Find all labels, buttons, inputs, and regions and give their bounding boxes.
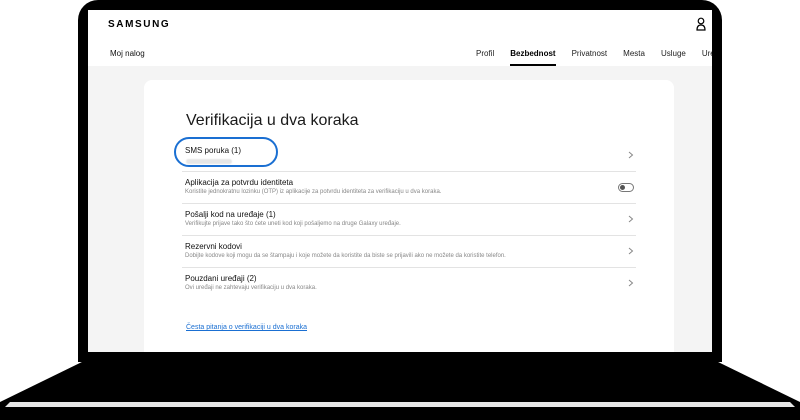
laptop-base [0, 360, 800, 420]
user-icon[interactable] [696, 17, 706, 31]
option-description: Koristite jednokratnu lozinku (OTP) iz a… [185, 189, 442, 195]
tab-uredjaj[interactable]: Uređaj [694, 40, 712, 66]
tab-list: Profil Bezbednost Privatnost Mesta Uslug… [468, 40, 712, 66]
samsung-logo[interactable]: SAMSUNG [108, 19, 170, 30]
laptop-screen: SAMSUNG Moj nalog Profil Bezbednost Priv… [88, 10, 712, 352]
chevron-right-icon [628, 247, 634, 255]
option-authenticator-app[interactable]: Aplikacija za potvrdu identiteta Koristi… [182, 172, 636, 204]
tab-bezbednost[interactable]: Bezbednost [502, 40, 563, 66]
faq-link[interactable]: Česta pitanja o verifikaciji u dva korak… [186, 324, 307, 331]
tab-privatnost[interactable]: Privatnost [564, 40, 616, 66]
page-title: Verifikacija u dva koraka [186, 112, 359, 129]
chevron-right-icon [628, 279, 634, 287]
tab-profil[interactable]: Profil [468, 40, 502, 66]
tab-usluge[interactable]: Usluge [653, 40, 694, 66]
toggle-knob [620, 185, 625, 190]
option-backup-codes[interactable]: Rezervni kodovi Dobijte kodove koji mogu… [182, 236, 636, 268]
verification-options: SMS poruka (1) Aplikacija za potvrdu ide… [174, 137, 636, 300]
account-title[interactable]: Moj nalog [110, 49, 145, 58]
option-sms[interactable]: SMS poruka (1) [174, 137, 636, 172]
tab-mesta[interactable]: Mesta [615, 40, 653, 66]
option-title: Pošalji kod na uređaje (1) [185, 210, 276, 219]
option-title: Pouzdani uređaji (2) [185, 274, 257, 283]
option-description: Verifikujte prijave tako što ćete uneti … [185, 221, 401, 227]
option-title: SMS poruka (1) [185, 146, 242, 155]
chevron-right-icon [628, 151, 634, 159]
account-nav: Moj nalog Profil Bezbednost Privatnost M… [88, 40, 712, 66]
option-title: Aplikacija za potvrdu identiteta [185, 178, 294, 187]
top-bar: SAMSUNG [88, 10, 712, 40]
option-trusted-devices[interactable]: Pouzdani uređaji (2) Ovi uređaji ne zaht… [182, 268, 636, 300]
option-description: Dobijte kodove koji mogu da se štampaju … [185, 253, 506, 259]
option-description: Ovi uređaji ne zahtevaju verifikaciju u … [185, 285, 317, 291]
masked-phone-number [186, 159, 232, 164]
chevron-right-icon [628, 215, 634, 223]
option-title: Rezervni kodovi [185, 242, 242, 251]
two-step-verification-card: Verifikacija u dva koraka SMS poruka (1)… [144, 80, 674, 352]
authenticator-toggle[interactable] [618, 183, 634, 192]
option-send-code[interactable]: Pošalji kod na uređaje (1) Verifikujte p… [182, 204, 636, 236]
